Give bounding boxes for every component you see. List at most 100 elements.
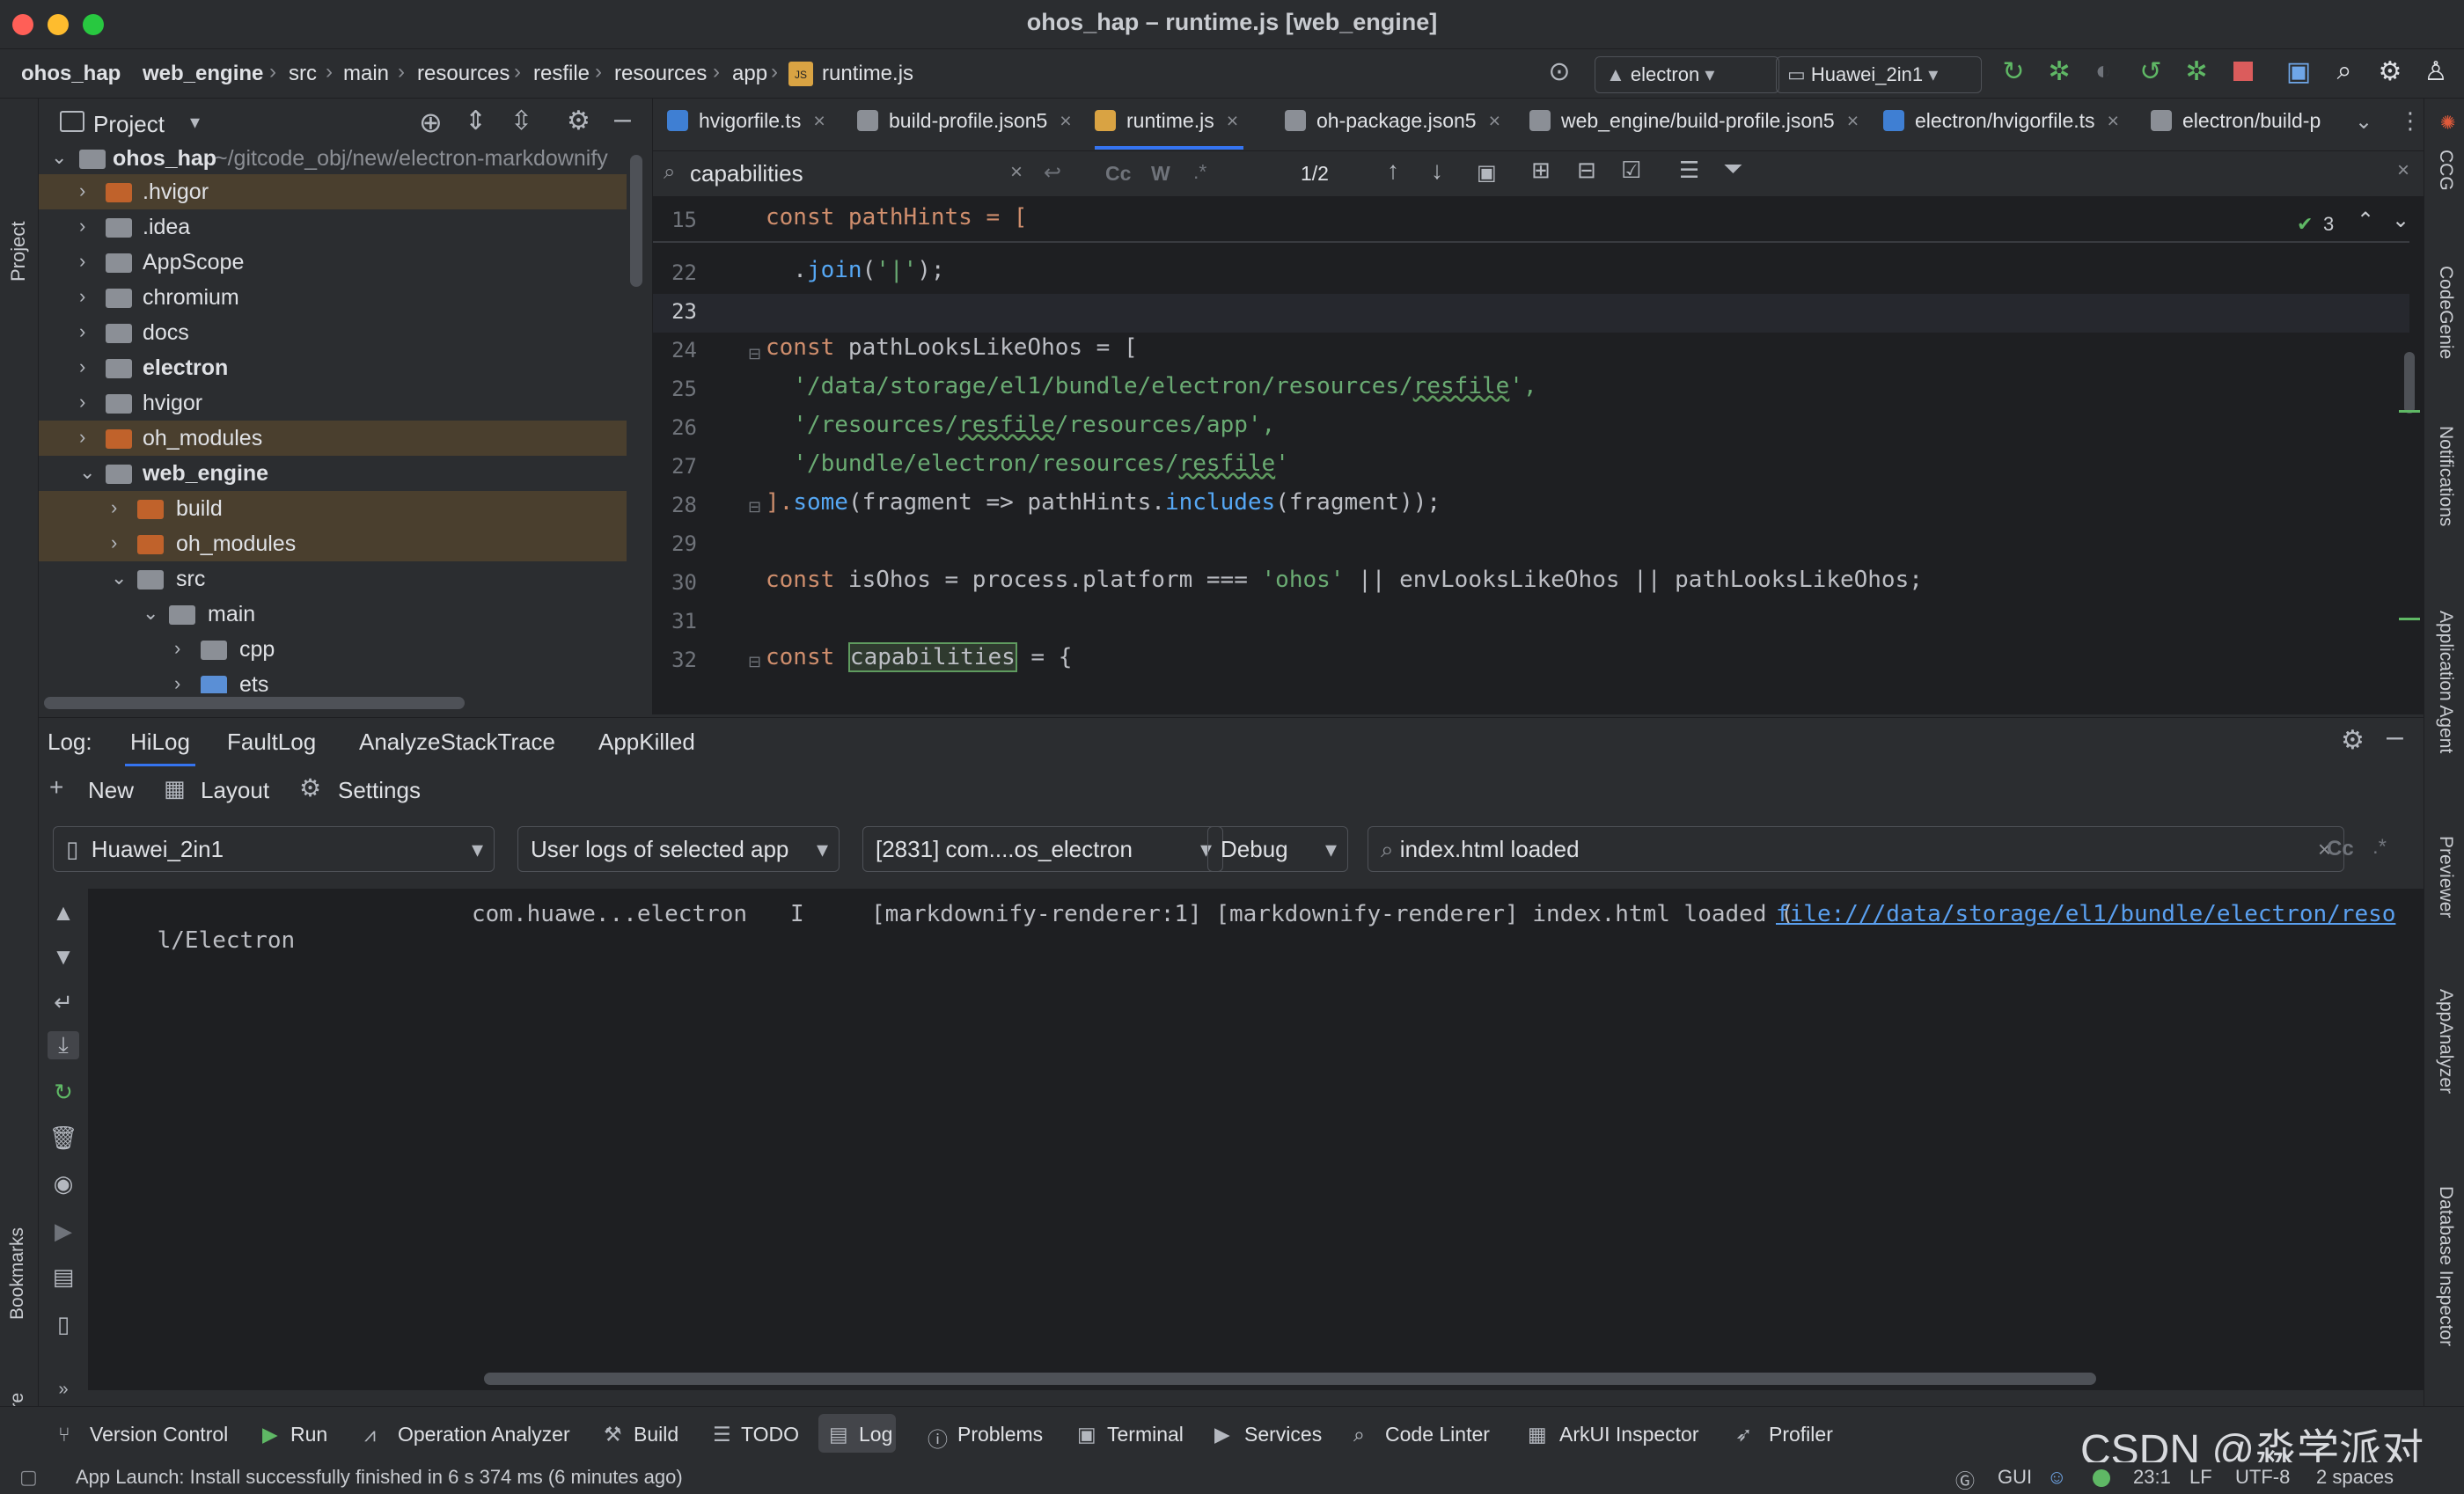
tree-item-ets[interactable]: › ets	[39, 667, 627, 693]
breadcrumb-item[interactable]: resources	[614, 62, 707, 86]
project-tool-tab[interactable]: Project	[7, 222, 30, 282]
tree-item-oh-modules-inner[interactable]: › oh_modules	[39, 526, 627, 561]
breadcrumb-item[interactable]: src	[289, 62, 317, 86]
editor-tab[interactable]: electron/build-p	[2151, 109, 2348, 133]
scope-filter-select[interactable]: User logs of selected app ▾	[517, 826, 840, 872]
breadcrumb-item[interactable]: app	[732, 62, 767, 86]
application-agent-tool-tab[interactable]: Application Agent	[2435, 611, 2456, 753]
tab-hilog[interactable]: HiLog	[125, 729, 195, 767]
chevron-down-icon[interactable]: ⌄	[2355, 109, 2372, 135]
profile-icon[interactable]: ✲	[2179, 56, 2214, 87]
tree-item-ohos-hap[interactable]: ⌄ ohos_hap ~/gitcode_obj/new/electron-ma…	[39, 141, 627, 176]
tree-item-docs[interactable]: › docs	[39, 315, 627, 350]
newline-icon[interactable]: ↩	[1044, 160, 1061, 186]
chevron-down-icon[interactable]: ▾	[190, 111, 200, 134]
scroll-down-icon[interactable]: ▼	[48, 943, 79, 970]
tree-item-src[interactable]: ⌄ src	[39, 561, 627, 597]
filter-context-icon[interactable]: ☰	[1679, 157, 1699, 184]
clear-icon[interactable]: ×	[1010, 160, 1023, 185]
chevron-right-icon[interactable]: ›	[111, 531, 117, 554]
chevron-down-icon[interactable]: ⌄	[51, 146, 67, 169]
log-horizontal-scrollbar[interactable]	[484, 1373, 2096, 1385]
chevron-right-icon[interactable]: ›	[79, 250, 85, 273]
breadcrumb-item[interactable]: web_engine	[143, 62, 263, 86]
run-config-select[interactable]: ▲ electron ▾	[1595, 56, 1779, 93]
close-icon[interactable]: ×	[2108, 109, 2119, 132]
chevron-right-icon[interactable]: ›	[79, 215, 85, 238]
regex-toggle[interactable]: .*	[2372, 835, 2387, 860]
settings-icon[interactable]: ⚙	[2341, 725, 2365, 756]
project-panel-title[interactable]: Project	[93, 111, 165, 138]
previous-highlight-icon[interactable]: ⌃	[2357, 208, 2374, 233]
chevron-down-icon[interactable]: ⌄	[79, 461, 95, 484]
cursor-position[interactable]: 23:1	[2133, 1466, 2171, 1489]
todo-tool[interactable]: TODO	[741, 1423, 799, 1446]
whole-word-toggle[interactable]: W	[1151, 162, 1170, 186]
editor-tab[interactable]: electron/hvigorfile.ts ×	[1883, 109, 2119, 133]
ccg-tool-tab[interactable]: CCG	[2435, 150, 2456, 191]
select-all-occurrences-icon[interactable]: ▣	[1477, 160, 1497, 186]
fold-icon[interactable]: ⊟	[748, 653, 761, 671]
project-horizontal-scrollbar[interactable]	[44, 697, 465, 709]
device-filter-select[interactable]: ▯ Huawei_2in1 ▾	[53, 826, 495, 872]
account-icon[interactable]: ♙	[2418, 56, 2453, 87]
chevron-right-icon[interactable]: ›	[111, 496, 117, 519]
close-icon[interactable]: ×	[1847, 109, 1859, 132]
tree-item-chromium[interactable]: › chromium	[39, 280, 627, 315]
chevron-right-icon[interactable]: ›	[79, 391, 85, 414]
chevron-down-icon[interactable]: ⌄	[111, 567, 127, 590]
problems-tool[interactable]: Problems	[957, 1423, 1043, 1446]
run-tool[interactable]: Run	[290, 1423, 327, 1446]
process-filter-select[interactable]: [2831] com....os_electron ▾	[862, 826, 1223, 872]
arrow-down-icon[interactable]: ↓	[1431, 157, 1443, 185]
bookmarks-tool-tab[interactable]: Bookmarks	[7, 1227, 28, 1320]
match-case-toggle[interactable]: Cc	[1105, 162, 1131, 186]
tree-item-appscope[interactable]: › AppScope	[39, 245, 627, 280]
soft-wrap-icon[interactable]: ↵	[48, 989, 79, 1016]
log-search-field[interactable]: ⌕ index.html loaded ×	[1368, 826, 2344, 872]
breadcrumb-item[interactable]: ohos_hap	[21, 62, 121, 86]
search-icon[interactable]: ⌕	[2327, 56, 2362, 86]
expand-all-icon[interactable]: ⇕	[465, 106, 487, 136]
debug-icon[interactable]: ✲	[2042, 56, 2077, 87]
tab-appkilled[interactable]: AppKilled	[598, 729, 695, 756]
gui-indicator[interactable]: GUI	[1998, 1466, 2032, 1489]
tab-faultlog[interactable]: FaultLog	[227, 729, 316, 756]
operation-analyzer-tool[interactable]: Operation Analyzer	[398, 1423, 570, 1446]
add-occurrence-icon[interactable]: ⊞	[1531, 157, 1551, 184]
close-icon[interactable]: ×	[1489, 109, 1500, 132]
device-icon[interactable]: ▯	[48, 1311, 79, 1338]
remove-occurrence-icon[interactable]: ⊟	[1577, 157, 1596, 184]
attach-debugger-icon[interactable]: ◐	[2086, 56, 2121, 86]
file-encoding[interactable]: UTF-8	[2235, 1466, 2290, 1489]
chevron-right-icon[interactable]: ›	[79, 179, 85, 202]
log-tool[interactable]: Log	[859, 1423, 892, 1446]
database-inspector-tool-tab[interactable]: Database Inspector	[2435, 1186, 2456, 1346]
tree-item-idea[interactable]: › .idea	[39, 209, 627, 245]
appanalyzer-tool-tab[interactable]: AppAnalyzer	[2435, 989, 2456, 1094]
ai-icon[interactable]: Ⓖ	[1955, 1466, 1975, 1494]
apply-changes-icon[interactable]: ↺	[2133, 56, 2168, 87]
rerun-icon[interactable]: ↻	[1996, 56, 2031, 87]
chevron-right-icon[interactable]: ›	[79, 426, 85, 449]
next-highlight-icon[interactable]: ⌄	[2392, 208, 2409, 233]
editor-vertical-scrollbar[interactable]	[2404, 352, 2415, 414]
fold-icon[interactable]: ⊟	[748, 345, 761, 363]
tree-item-hvigor[interactable]: › hvigor	[39, 385, 627, 421]
chevron-right-icon[interactable]: ›	[79, 285, 85, 308]
editor-tab[interactable]: hvigorfile.ts ×	[667, 109, 825, 133]
locate-icon[interactable]: ⊕	[419, 106, 443, 139]
close-icon[interactable]: ×	[1060, 109, 1071, 132]
ccg-icon[interactable]: ✺	[2436, 114, 2458, 130]
notifications-tool-tab[interactable]: Notifications	[2435, 426, 2456, 526]
match-case-toggle[interactable]: Cc	[2327, 837, 2354, 861]
services-tool[interactable]: Services	[1244, 1423, 1322, 1446]
more-icon[interactable]: ⋮	[2399, 107, 2422, 135]
arrow-up-icon[interactable]: ↑	[1387, 157, 1399, 185]
tree-item-cpp[interactable]: › cpp	[39, 632, 627, 667]
new-button[interactable]: New	[88, 777, 134, 804]
settings-button[interactable]: Settings	[338, 777, 421, 804]
breadcrumb-item[interactable]: main	[343, 62, 389, 86]
project-vertical-scrollbar[interactable]	[630, 155, 642, 287]
scroll-to-end-icon[interactable]: ⤓	[48, 1031, 79, 1059]
